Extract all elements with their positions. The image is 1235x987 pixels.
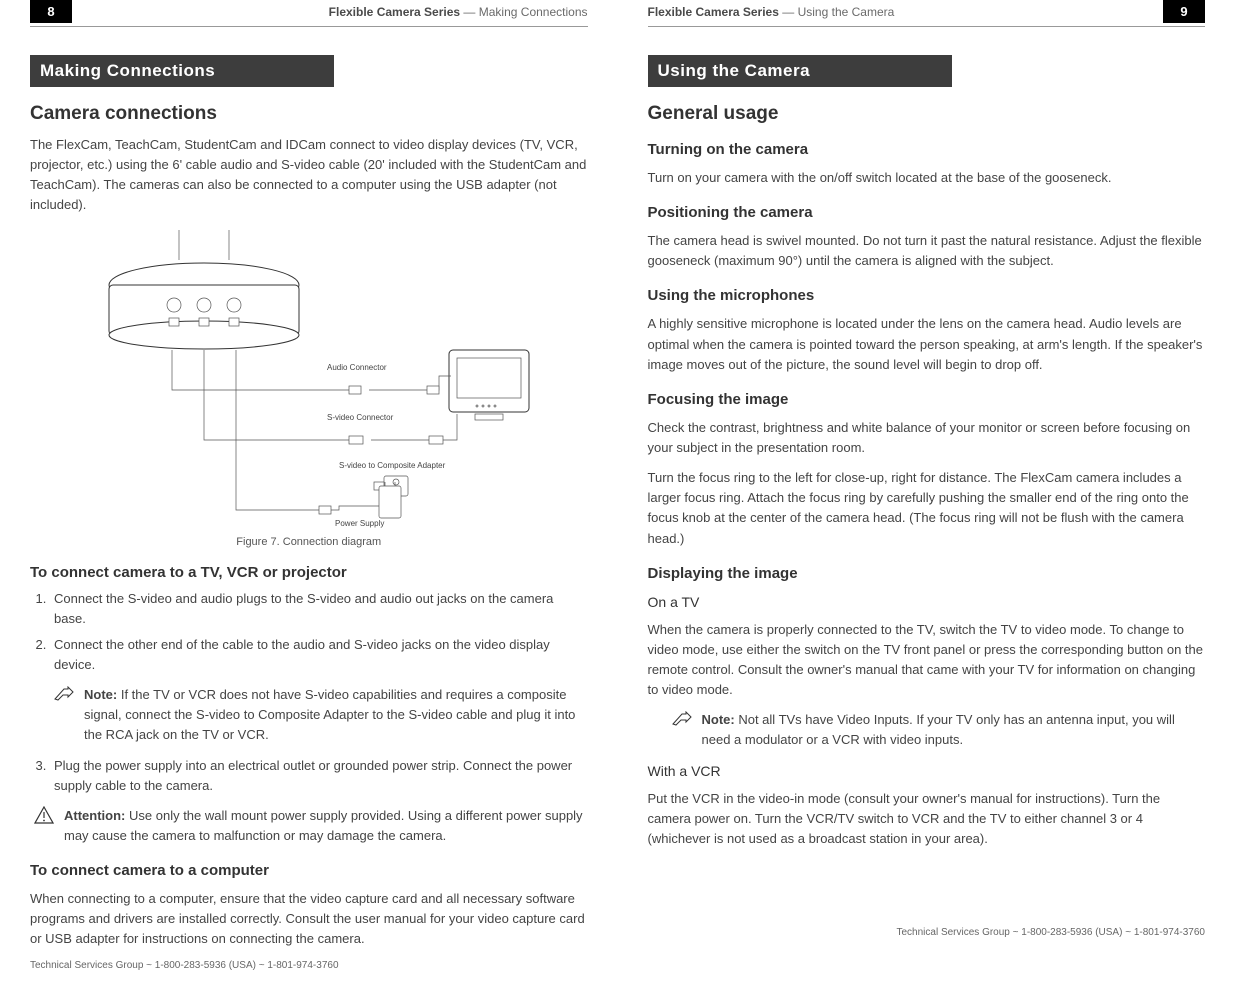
- step-2: Connect the other end of the cable to th…: [50, 635, 588, 675]
- label-adapter: S-video to Composite Adapter: [339, 461, 446, 470]
- footer-right: Technical Services Group ~ 1-800-283-593…: [648, 917, 1206, 954]
- page-left: 8 Flexible Camera Series — Making Connec…: [0, 0, 618, 954]
- attention-row: Attention: Use only the wall mount power…: [30, 806, 588, 846]
- header-left: 8 Flexible Camera Series — Making Connec…: [30, 0, 588, 27]
- page-right: Flexible Camera Series — Using the Camer…: [618, 0, 1235, 954]
- heading-general-usage: General usage: [648, 103, 1206, 125]
- header-right: Flexible Camera Series — Using the Camer…: [648, 0, 1206, 27]
- note-icon: [672, 710, 692, 728]
- header-series: Flexible Camera Series: [648, 5, 779, 19]
- header-text: Flexible Camera Series — Making Connecti…: [329, 5, 588, 19]
- focus-body1: Check the contrast, brightness and white…: [648, 418, 1206, 458]
- footer-left: Technical Services Group ~ 1-800-283-593…: [30, 950, 588, 987]
- step-3: Plug the power supply into an electrical…: [50, 756, 588, 796]
- turning-body: Turn on your camera with the on/off swit…: [648, 168, 1206, 188]
- heading-connect-pc: To connect camera to a computer: [30, 862, 588, 879]
- header-text: Flexible Camera Series — Using the Camer…: [648, 5, 895, 19]
- heading-microphones: Using the microphones: [648, 287, 1206, 304]
- heading-positioning: Positioning the camera: [648, 204, 1206, 221]
- label-audio: Audio Connector: [327, 363, 387, 372]
- label-power: Power Supply: [335, 519, 384, 528]
- step-1: Connect the S-video and audio plugs to t…: [50, 589, 588, 629]
- connection-diagram-svg: Audio Connector S-video Connector S-vide…: [79, 230, 539, 530]
- header-series: Flexible Camera Series: [329, 5, 460, 19]
- label-svideo: S-video Connector: [327, 413, 394, 422]
- header-section: Making Connections: [479, 5, 588, 19]
- section-bar: Making Connections: [30, 55, 334, 87]
- mic-body: A highly sensitive microphone is located…: [648, 314, 1206, 374]
- page-number: 8: [30, 0, 72, 23]
- note-tv-inputs: Note: Not all TVs have Video Inputs. If …: [648, 710, 1206, 750]
- warning-icon: [34, 806, 54, 824]
- content-right: Using the Camera General usage Turning o…: [648, 27, 1206, 917]
- heading-turning-on: Turning on the camera: [648, 141, 1206, 158]
- section-bar: Using the Camera: [648, 55, 952, 87]
- attention-text: Attention: Use only the wall mount power…: [64, 806, 588, 846]
- subheading-with-a-vcr: With a VCR: [648, 763, 1206, 779]
- page-number: 9: [1163, 0, 1205, 23]
- tv-body: When the camera is properly connected to…: [648, 620, 1206, 701]
- note-composite: Note: If the TV or VCR does not have S-v…: [30, 685, 588, 745]
- heading-connect-tv: To connect camera to a TV, VCR or projec…: [30, 564, 588, 581]
- figure-caption: Figure 7. Connection diagram: [236, 536, 381, 548]
- steps-tv: Connect the S-video and audio plugs to t…: [30, 589, 588, 676]
- note-icon: [54, 685, 74, 703]
- steps-tv-cont: Plug the power supply into an electrical…: [30, 756, 588, 796]
- intro-paragraph: The FlexCam, TeachCam, StudentCam and ID…: [30, 135, 588, 216]
- subheading-on-a-tv: On a TV: [648, 594, 1206, 610]
- heading-displaying: Displaying the image: [648, 565, 1206, 582]
- heading-camera-connections: Camera connections: [30, 103, 588, 125]
- pc-body: When connecting to a computer, ensure th…: [30, 889, 588, 949]
- focus-body2: Turn the focus ring to the left for clos…: [648, 468, 1206, 549]
- figure-connection-diagram: Audio Connector S-video Connector S-vide…: [30, 230, 588, 548]
- position-body: The camera head is swivel mounted. Do no…: [648, 231, 1206, 271]
- vcr-body: Put the VCR in the video-in mode (consul…: [648, 789, 1206, 849]
- header-section: Using the Camera: [798, 5, 895, 19]
- note-text: Note: Not all TVs have Video Inputs. If …: [702, 710, 1206, 750]
- note-text: Note: If the TV or VCR does not have S-v…: [84, 685, 588, 745]
- heading-focusing: Focusing the image: [648, 391, 1206, 408]
- content-left: Making Connections Camera connections Th…: [30, 27, 588, 950]
